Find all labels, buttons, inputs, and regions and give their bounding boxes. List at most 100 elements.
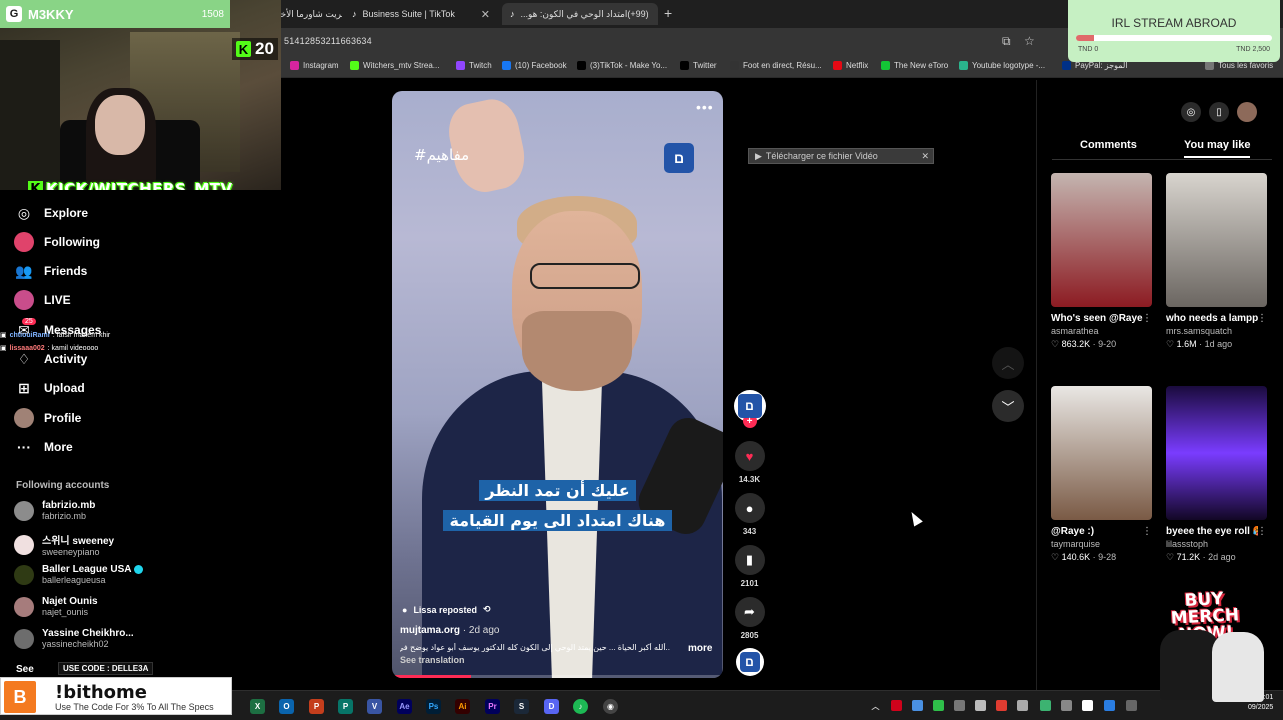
publisher-icon[interactable]: P (338, 699, 353, 714)
bookmark-item[interactable]: (10) Facebook (502, 61, 567, 70)
comment-button[interactable]: ● 343 (733, 493, 766, 536)
tray-app-icon[interactable] (1082, 700, 1093, 711)
tray-app-icon[interactable] (933, 700, 944, 711)
recommended-video-card[interactable]: byeee the eye roll 🥵🥵 she is too...⋮ lila… (1166, 386, 1267, 563)
video-thumbnail[interactable] (1166, 173, 1267, 307)
discord-icon[interactable]: D (544, 699, 559, 714)
recommended-video-card[interactable]: Who's seen @Raye new musi...⋮ asmarathea ♡… (1051, 173, 1152, 350)
comment-icon[interactable]: ● (734, 493, 765, 523)
video-options-icon[interactable]: ••• (696, 99, 714, 115)
sidebar-item-following[interactable]: Following (14, 232, 100, 252)
browser-tab-active[interactable]: ♪ (99+)امتداد الوحي في الكون: هو... ✕ (502, 3, 658, 25)
bookmark-item[interactable]: Witchers_mtv Strea... (350, 61, 439, 70)
share-icon[interactable]: ➦ (734, 597, 765, 627)
close-tab-icon[interactable]: ✕ (649, 8, 658, 21)
tray-app-icon[interactable] (1017, 700, 1028, 711)
next-video-button[interactable]: ﹀ (992, 390, 1024, 422)
recommended-video-card[interactable]: who needs a lamppost when i...⋮ mrs.samsq… (1166, 173, 1267, 350)
phone-icon[interactable]: ▯ (1209, 102, 1229, 122)
video-progress-bar[interactable] (392, 675, 723, 678)
sidebar-item-friends[interactable]: 👥 Friends (14, 261, 87, 281)
download-video-bar[interactable]: ▶ Télécharger ce fichier Vidéo ✕ (748, 148, 934, 164)
following-account[interactable]: Najet Ounis najet_ounis (14, 596, 98, 617)
sound-button[interactable]: ם (733, 648, 766, 676)
bookmark-star-icon[interactable]: ☆ (1024, 34, 1035, 48)
heart-icon[interactable]: ♥ (734, 441, 765, 471)
bluetooth-icon[interactable] (1104, 700, 1115, 711)
sound-disc[interactable]: ם (735, 648, 764, 676)
tray-app-icon[interactable] (1126, 700, 1137, 711)
premiere-icon[interactable]: Pr (485, 699, 500, 714)
video-author[interactable]: mujtama.org · 2d ago (400, 625, 500, 636)
video-player[interactable]: #مفاهيم ם ••• عليك أن تمد النظر هناك امت… (392, 91, 723, 678)
bookmark-item[interactable]: Tous les favoris (1205, 61, 1273, 70)
bookmark-item[interactable]: Youtube logotype -... (959, 61, 1045, 70)
share-button[interactable]: ➦ 2805 (733, 597, 766, 640)
author-avatar-button[interactable]: ם + (733, 390, 766, 428)
tray-app-icon[interactable] (891, 700, 902, 711)
card-username[interactable]: taymarquise (1051, 539, 1152, 549)
bookmark-item[interactable]: Twitter (680, 61, 717, 70)
url-field[interactable]: 5141285321166363​4 (284, 36, 372, 46)
bookmark-item[interactable]: (3)TikTok - Make Yo... (577, 61, 667, 70)
tray-app-icon[interactable] (975, 700, 986, 711)
bookmark-item[interactable]: The New eToro (881, 61, 948, 70)
card-options-icon[interactable]: ⋮ (1142, 313, 1152, 324)
sidebar-item-activity[interactable]: ♢ Activity (14, 349, 88, 369)
sidebar-item-explore[interactable]: ◎ Explore (14, 203, 88, 223)
tray-app-icon[interactable] (954, 700, 965, 711)
caption-more-button[interactable]: more (688, 643, 712, 654)
outlook-icon[interactable]: O (279, 699, 294, 714)
previous-video-button[interactable]: ︿ (992, 347, 1024, 379)
card-options-icon[interactable]: ⋮ (1257, 313, 1267, 324)
see-more-link[interactable]: See (16, 664, 34, 675)
tray-app-icon[interactable] (996, 700, 1007, 711)
tray-app-icon[interactable] (1061, 700, 1072, 711)
visio-icon[interactable]: V (367, 699, 382, 714)
bookmark-icon[interactable]: ▮ (734, 545, 765, 575)
bookmark-item[interactable]: Twitch (456, 61, 492, 70)
sidebar-item-profile[interactable]: Profile (14, 408, 81, 428)
bookmark-item[interactable]: PayPal: الموجز (1062, 61, 1128, 70)
user-avatar[interactable] (1237, 102, 1257, 122)
install-app-icon[interactable]: ⧉ (1002, 34, 1011, 49)
recommended-video-card[interactable]: @Raye :) ⋮ taymarquise ♡ 140.6K · 9-28 (1051, 386, 1152, 563)
bookmark-item[interactable]: Netflix (833, 61, 868, 70)
steam-icon[interactable]: S (514, 699, 529, 714)
save-button[interactable]: ▮ 2101 (733, 545, 766, 588)
tray-app-icon[interactable] (1040, 700, 1051, 711)
compass-icon[interactable]: ◎ (1181, 102, 1201, 122)
sidebar-item-upload[interactable]: ⊞ Upload (14, 378, 85, 398)
following-account[interactable]: 스위니 sweeney sweeneypiano (14, 532, 114, 557)
new-tab-icon[interactable]: + (664, 5, 672, 21)
card-options-icon[interactable]: ⋮ (1142, 526, 1152, 537)
tray-app-icon[interactable] (912, 700, 923, 711)
spotify-icon[interactable]: ♪ (573, 699, 588, 714)
close-tab-icon[interactable]: ✕ (473, 8, 490, 21)
chrome-icon[interactable]: ◉ (603, 699, 618, 714)
author-name[interactable]: mujtama.org (400, 625, 460, 636)
photoshop-icon[interactable]: Ps (426, 699, 441, 714)
card-username[interactable]: asmarathea (1051, 326, 1152, 336)
browser-tab[interactable]: ♪ Business Suite | TikTok ✕ (344, 3, 498, 25)
tray-overflow-icon[interactable]: ︿ (868, 699, 883, 714)
card-username[interactable]: lilassstoph (1166, 539, 1267, 549)
following-account[interactable]: fabrizio.mb fabrizio.mb (14, 500, 95, 521)
illustrator-icon[interactable]: Ai (455, 699, 470, 714)
tab-you-may-like[interactable]: You may like (1184, 139, 1251, 158)
bookmark-item[interactable]: Foot en direct, Résu... (730, 61, 822, 70)
video-thumbnail[interactable] (1051, 386, 1152, 520)
card-options-icon[interactable]: ⋮ (1257, 526, 1267, 537)
see-translation-link[interactable]: See translation (400, 655, 465, 665)
following-account[interactable]: Baller League USA ballerleagueusa (14, 564, 144, 585)
card-username[interactable]: mrs.samsquatch (1166, 326, 1267, 336)
excel-icon[interactable]: X (250, 699, 265, 714)
bookmark-item[interactable]: Instagram (290, 61, 339, 70)
video-thumbnail[interactable] (1051, 173, 1152, 307)
powerpoint-icon[interactable]: P (309, 699, 324, 714)
video-thumbnail[interactable] (1166, 386, 1267, 520)
sidebar-item-more[interactable]: ··· More (14, 437, 73, 457)
following-account[interactable]: Yassine Cheikhro... yassinecheikh02 (14, 628, 134, 649)
after-effects-icon[interactable]: Ae (397, 699, 412, 714)
close-icon[interactable]: ✕ (921, 151, 929, 162)
